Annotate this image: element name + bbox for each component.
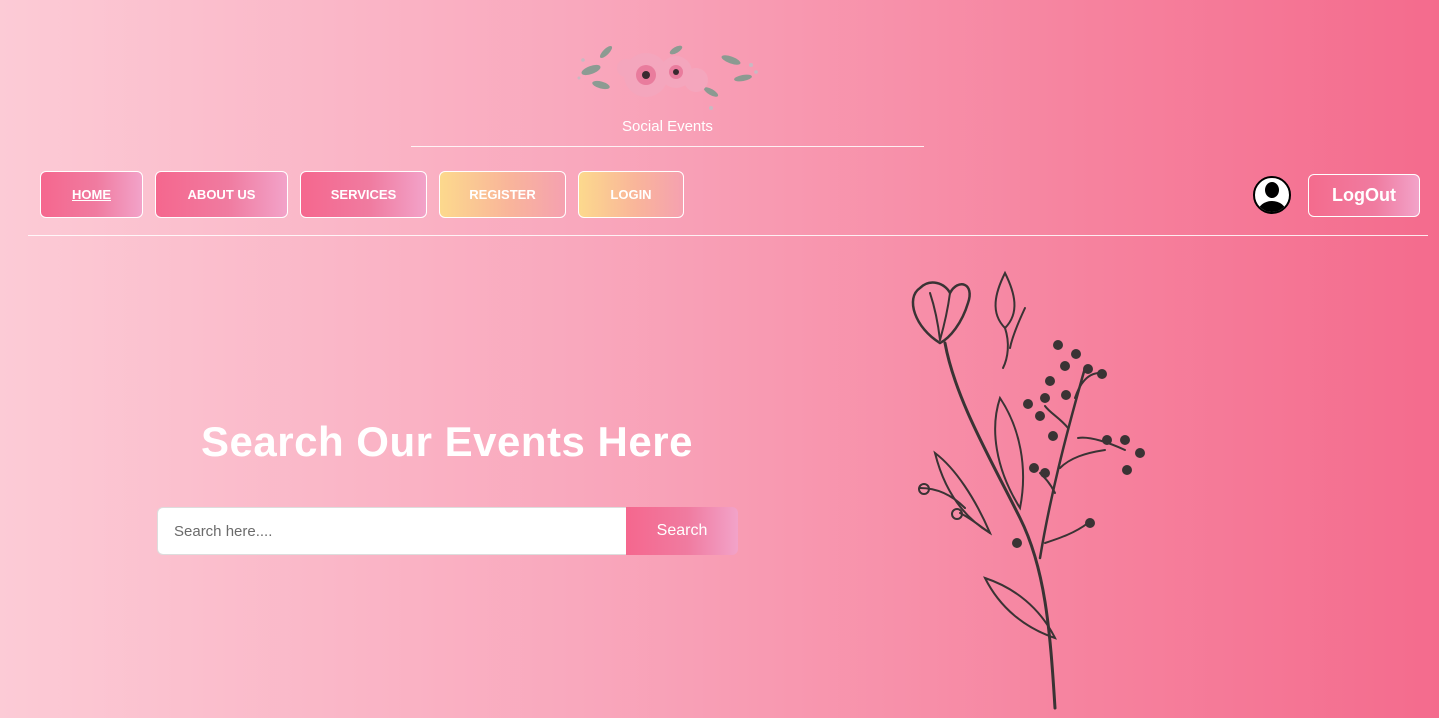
header-divider — [411, 146, 924, 147]
nav-home-label: HOME — [72, 187, 111, 202]
user-avatar-icon[interactable] — [1253, 176, 1291, 214]
nav-services-label: SERVICES — [330, 187, 397, 202]
nav-login-label: LOGIN — [610, 187, 652, 202]
nav-services-button[interactable]: SERVICES — [300, 171, 427, 218]
nav-divider — [28, 235, 1428, 236]
logout-button[interactable]: LogOut — [1308, 174, 1420, 217]
nav-home-button[interactable]: HOME — [40, 171, 143, 218]
search-button[interactable]: Search — [626, 507, 738, 555]
floral-wreath-icon — [577, 45, 758, 110]
brand-name: Social Events — [622, 118, 713, 135]
floral-line-art-icon — [911, 270, 1145, 710]
hero-title: Search Our Events Here — [201, 418, 693, 465]
brand-header: Social Events — [411, 28, 924, 148]
nav-about-label: ABOUT US — [187, 187, 256, 202]
nav-login-button[interactable]: LOGIN — [578, 171, 684, 218]
nav-about-button[interactable]: ABOUT US — [155, 171, 288, 218]
nav-register-label: REGISTER — [469, 187, 536, 202]
search-input[interactable] — [157, 507, 627, 555]
nav-register-button[interactable]: REGISTER — [439, 171, 566, 218]
